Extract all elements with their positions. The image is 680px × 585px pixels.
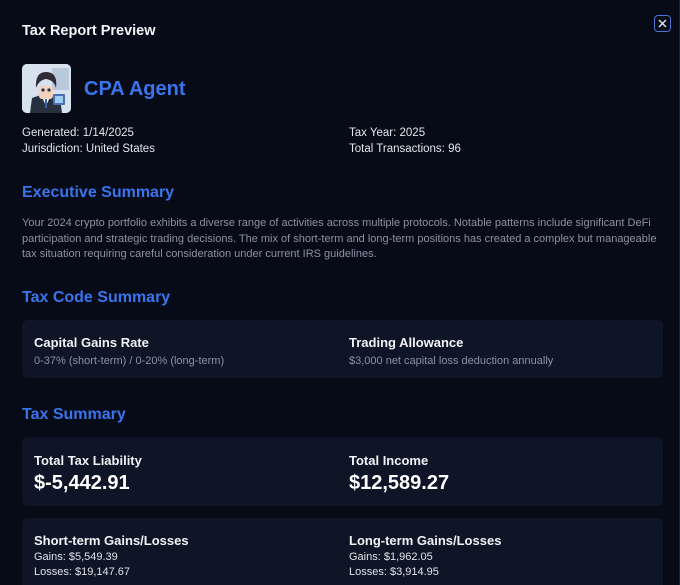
agent-name: CPA Agent: [84, 78, 186, 100]
tax-year: Tax Year: 2025: [349, 127, 426, 139]
total-tax-liability: Total Tax Liability $-5,442.91: [34, 453, 142, 495]
close-icon: [658, 19, 667, 28]
gains-losses-card: Short-term Gains/Losses Gains: $5,549.39…: [22, 518, 663, 585]
short-term-gains: Gains: $5,549.39: [34, 551, 118, 563]
short-term-losses: Losses: $19,147.67: [34, 566, 131, 578]
tax-report-modal: Tax Report Preview CPA Agent Generated: …: [0, 0, 680, 585]
generated-date: Generated: 1/14/2025: [22, 127, 134, 139]
total-income: Total Income $12,589.27: [349, 453, 449, 495]
long-term-losses: Losses: $3,914.95: [349, 566, 439, 578]
long-term-gains-losses: Long-term Gains/Losses Gains: $1,962.05 …: [349, 533, 501, 578]
total-transactions: Total Transactions: 96: [349, 143, 461, 155]
close-button[interactable]: [654, 15, 671, 32]
tax-summary-heading: Tax Summary: [22, 406, 126, 423]
trading-allowance-value: $3,000 net capital loss deduction annual…: [349, 355, 554, 367]
tax-code-card: Capital Gains Rate 0-37% (short-term) / …: [22, 320, 663, 378]
executive-summary-heading: Executive Summary: [22, 184, 175, 201]
agent-avatar-illustration: [22, 64, 71, 113]
jurisdiction: Jurisdiction: United States: [22, 143, 155, 155]
long-term-gains: Gains: $1,962.05: [349, 551, 433, 563]
total-income-label: Total Income: [349, 453, 429, 468]
capital-gains-value: 0-37% (short-term) / 0-20% (long-term): [34, 355, 225, 367]
total-tax-liability-value: $-5,442.91: [34, 472, 130, 494]
trading-allowance-label: Trading Allowance: [349, 335, 464, 350]
agent-avatar: [22, 64, 71, 113]
modal-title: Tax Report Preview: [22, 23, 156, 39]
capital-gains-rate: Capital Gains Rate 0-37% (short-term) / …: [34, 335, 224, 367]
total-tax-liability-label: Total Tax Liability: [34, 453, 142, 468]
total-income-value: $12,589.27: [349, 472, 450, 494]
executive-summary-text: Your 2024 crypto portfolio exhibits a di…: [22, 217, 657, 260]
long-term-label: Long-term Gains/Losses: [349, 533, 502, 548]
tax-totals-card: Total Tax Liability $-5,442.91 Total Inc…: [22, 437, 663, 506]
tax-code-summary-heading: Tax Code Summary: [22, 289, 171, 306]
short-term-gains-losses: Short-term Gains/Losses Gains: $5,549.39…: [34, 533, 189, 578]
short-term-label: Short-term Gains/Losses: [34, 533, 189, 548]
trading-allowance: Trading Allowance $3,000 net capital los…: [349, 335, 553, 367]
capital-gains-label: Capital Gains Rate: [34, 335, 149, 350]
